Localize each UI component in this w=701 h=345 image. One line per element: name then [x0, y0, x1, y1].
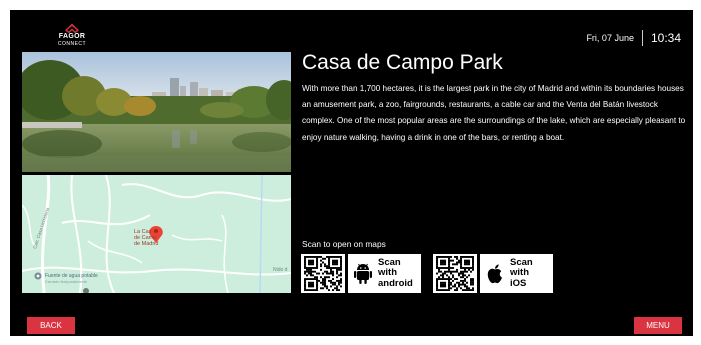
map-canvas: La Cas de Camp de Madrid Fuente de agua … — [22, 175, 291, 293]
page-title: Casa de Campo Park — [302, 51, 503, 74]
park-description: With more than 1,700 hectares, it is the… — [302, 84, 686, 142]
ios-qr-code — [433, 254, 477, 293]
qr-code-icon — [304, 256, 342, 291]
map-pin-label-3: de Madrid — [134, 241, 158, 247]
back-button[interactable]: BACK — [27, 317, 75, 334]
logo-icon — [65, 24, 79, 33]
clock-area: Fri, 07 June 10:34 — [586, 30, 681, 46]
park-photo — [22, 52, 291, 172]
logo-subtitle: CONNECT — [57, 41, 87, 47]
date-text: Fri, 07 June — [586, 33, 634, 43]
time-text: 10:34 — [650, 31, 681, 45]
scan-android-card: Scan with android — [348, 254, 421, 293]
apple-icon — [480, 262, 510, 286]
android-icon — [348, 262, 378, 286]
map-poi-sublabel: Cerrado temporalmente — [45, 279, 88, 284]
scan-ios-line3: iOS — [510, 277, 527, 289]
scan-android-line3: android — [378, 277, 413, 289]
map-edge-label: Nido d — [273, 267, 288, 273]
app-screen: FAGOR CONNECT Fri, 07 June 10:34 La Cas … — [10, 10, 693, 336]
qr-code-icon — [436, 256, 474, 291]
map-poi-icon — [34, 272, 42, 280]
scan-android-text: Scan with android — [378, 257, 413, 290]
logo-wordmark: FAGOR — [58, 33, 86, 40]
fagor-logo: FAGOR CONNECT — [56, 24, 88, 47]
scan-ios-card: Scan with iOS — [480, 254, 553, 293]
menu-button[interactable]: MENU — [634, 317, 682, 334]
scan-prompt: Scan to open on maps — [302, 239, 386, 249]
park-map[interactable]: La Cas de Camp de Madrid Fuente de agua … — [22, 175, 291, 293]
clock-divider — [641, 30, 643, 46]
scan-ios-text: Scan with iOS — [510, 257, 533, 290]
android-qr-code — [301, 254, 345, 293]
park-photo-image — [22, 52, 291, 172]
